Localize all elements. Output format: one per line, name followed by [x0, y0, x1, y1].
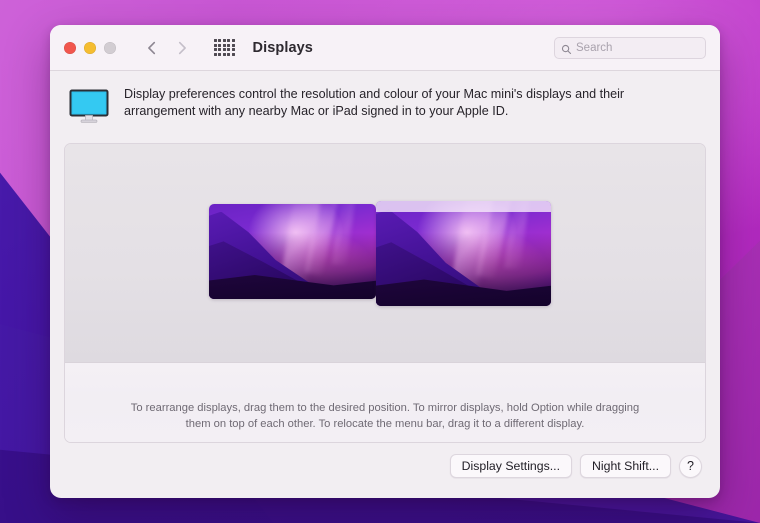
search-input[interactable] — [576, 41, 699, 54]
display-right-wallpaper — [376, 201, 551, 306]
zoom-button[interactable] — [104, 41, 116, 54]
arrangement-hint-line-1: To rearrange displays, drag them to the … — [130, 402, 640, 414]
desktop-wallpaper: Displays Display prefer — [0, 0, 760, 523]
intro-section: Display preferences control the resoluti… — [64, 71, 706, 143]
displays-preferences-window: Displays Display prefer — [50, 25, 720, 498]
close-button[interactable] — [64, 41, 76, 54]
display-arrangement-panel[interactable]: To rearrange displays, drag them to the … — [64, 143, 706, 443]
chevron-left-icon[interactable] — [144, 40, 160, 56]
display-settings-button[interactable]: Display Settings... — [449, 454, 573, 478]
navigation-buttons — [144, 40, 190, 56]
display-right[interactable] — [376, 201, 551, 306]
night-shift-button[interactable]: Night Shift... — [580, 454, 671, 478]
minimize-button[interactable] — [84, 41, 96, 54]
show-all-grid-icon[interactable] — [214, 39, 235, 56]
window-body: Display preferences control the resoluti… — [50, 71, 720, 498]
chevron-right-icon[interactable] — [174, 40, 190, 56]
display-left[interactable] — [209, 204, 376, 299]
traffic-lights — [64, 41, 116, 54]
intro-text: Display preferences control the resoluti… — [124, 87, 625, 118]
menu-bar-indicator[interactable] — [376, 201, 551, 212]
arrangement-stage — [65, 144, 705, 362]
window-titlebar: Displays — [50, 25, 720, 71]
display-monitor-icon — [68, 86, 110, 129]
search-icon — [561, 42, 572, 55]
display-left-wallpaper — [209, 204, 376, 299]
arrangement-hint: To rearrange displays, drag them to the … — [77, 401, 693, 432]
help-button[interactable]: ? — [679, 454, 702, 478]
search-field[interactable] — [554, 36, 706, 59]
arrangement-hint-line-2: them on top of each other. To relocate t… — [185, 417, 585, 430]
page-title: Displays — [252, 39, 313, 56]
footer-actions: Display Settings... Night Shift... ? — [64, 443, 706, 478]
